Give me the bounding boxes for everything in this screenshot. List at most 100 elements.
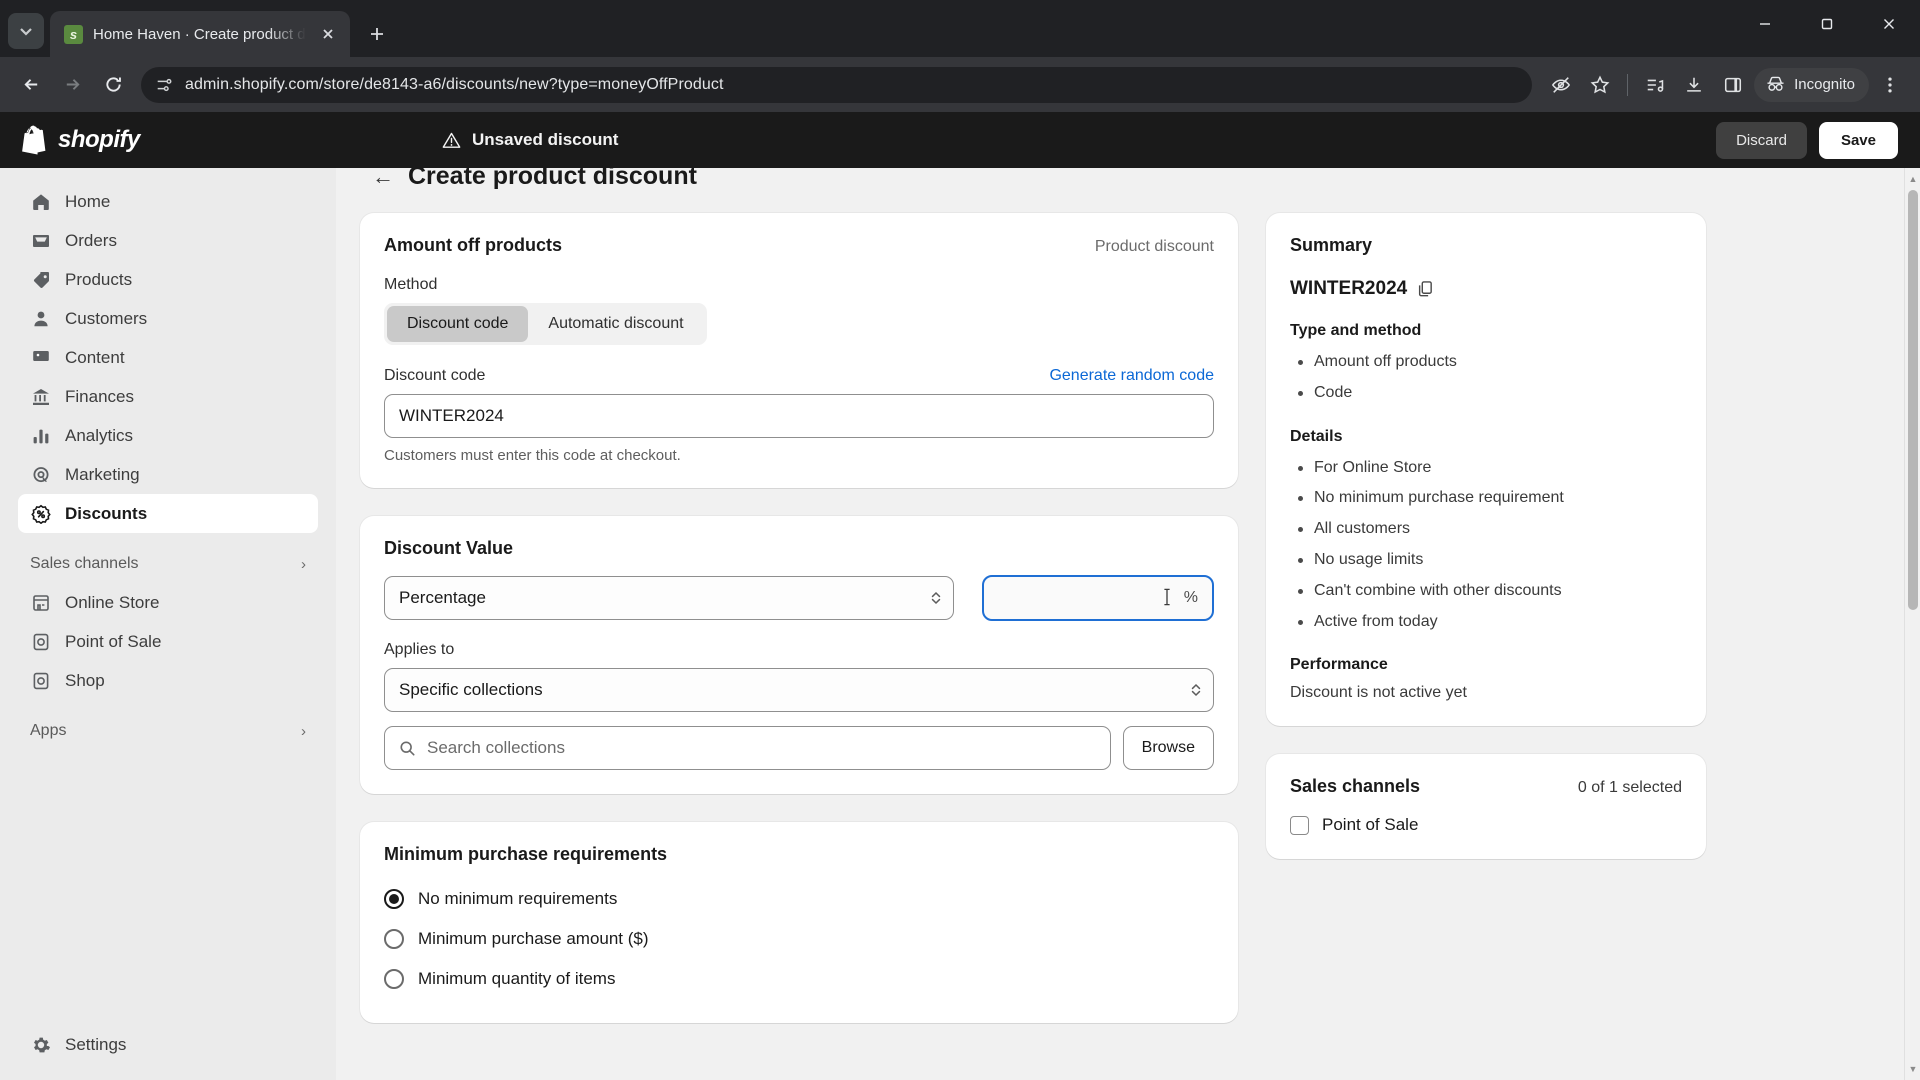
sales-channels-card: Sales channels 0 of 1 selected Point of …	[1266, 754, 1706, 860]
sidebar-group-apps[interactable]: Apps ›	[18, 712, 318, 750]
method-discount-code-tab[interactable]: Discount code	[387, 306, 529, 342]
discard-button[interactable]: Discard	[1716, 121, 1807, 159]
copy-icon[interactable]	[1417, 280, 1434, 298]
right-column: Summary WINTER2024 Type and method Amoun…	[1266, 213, 1706, 860]
favicon-letter: s	[69, 26, 78, 42]
finances-bank-icon	[30, 386, 51, 407]
window-controls	[1734, 0, 1920, 48]
applies-to-select[interactable]: Specific collections	[384, 668, 1214, 712]
shopify-logo[interactable]: shopify	[22, 125, 322, 155]
checkbox-indicator[interactable]	[1290, 815, 1309, 835]
sidebar-item-marketing[interactable]: Marketing	[18, 455, 318, 494]
radio-no-minimum[interactable]: No minimum requirements	[384, 879, 1214, 919]
side-panel-icon[interactable]	[1715, 67, 1751, 103]
scroll-down-arrow-icon[interactable]: ▼	[1905, 1060, 1920, 1078]
forward-button[interactable]	[53, 66, 91, 104]
radio-indicator	[384, 929, 404, 949]
home-icon	[30, 191, 51, 212]
sidebar-item-online-store[interactable]: Online Store	[18, 583, 318, 622]
sidebar-item-point-of-sale[interactable]: Point of Sale	[18, 622, 318, 661]
card-title: Amount off products	[384, 235, 562, 255]
page-header: ← Create product discount	[360, 168, 1880, 213]
sidebar-item-home[interactable]: Home	[18, 182, 318, 221]
discount-code-input[interactable]	[384, 394, 1214, 438]
sidebar-label: Analytics	[65, 425, 134, 445]
summary-list-item: For Online Store	[1290, 456, 1682, 481]
sidebar-group-label: Sales channels	[30, 555, 139, 572]
discount-amount-input[interactable]: %	[982, 575, 1214, 621]
method-automatic-discount-tab[interactable]: Automatic discount	[528, 306, 703, 342]
page-scrollbar[interactable]: ▲ ▼	[1904, 168, 1920, 1080]
new-tab-button[interactable]	[360, 17, 394, 51]
toolbar-divider	[1627, 73, 1629, 96]
sidebar-item-settings[interactable]: Settings	[18, 1025, 318, 1064]
radio-minimum-quantity[interactable]: Minimum quantity of items	[384, 959, 1214, 999]
sidebar-item-analytics[interactable]: Analytics	[18, 416, 318, 455]
sales-channels-title: Sales channels	[1290, 776, 1421, 797]
product-discount-badge: Product discount	[1094, 238, 1214, 255]
sidebar-item-discounts[interactable]: Discounts	[18, 494, 318, 533]
maximize-button[interactable]	[1796, 0, 1858, 48]
downloads-icon[interactable]	[1676, 67, 1712, 103]
collections-search-row: Search collections Browse	[384, 726, 1214, 770]
site-settings-icon	[157, 78, 172, 91]
scrollbar-thumb[interactable]	[1908, 190, 1918, 610]
shopify-wordmark: shopify	[58, 126, 140, 153]
address-bar[interactable]: admin.shopify.com/store/de8143-a6/discou…	[141, 66, 1533, 103]
chrome-menu-icon[interactable]	[1872, 67, 1908, 103]
sidebar-label: Products	[65, 269, 133, 289]
radio-label: Minimum quantity of items	[418, 969, 616, 988]
sidebar-item-products[interactable]: Products	[18, 260, 318, 299]
sidebar-item-customers[interactable]: Customers	[18, 299, 318, 338]
analytics-bars-icon	[30, 425, 51, 446]
discount-code-help-text: Customers must enter this code at checko…	[384, 447, 681, 464]
discount-value-row: Percentage %	[384, 575, 1214, 621]
back-button[interactable]	[12, 66, 50, 104]
save-button[interactable]: Save	[1818, 121, 1898, 159]
close-tab-icon[interactable]	[316, 22, 340, 46]
incognito-indicator[interactable]: Incognito	[1754, 67, 1869, 102]
back-arrow-icon[interactable]: ←	[372, 168, 394, 188]
summary-details-title: Details	[1290, 427, 1343, 445]
summary-card: Summary WINTER2024 Type and method Amoun…	[1266, 213, 1706, 727]
reload-button[interactable]	[94, 66, 132, 104]
content-columns: Amount off products Product discount Met…	[360, 213, 1880, 1023]
sidebar-label: Content	[65, 347, 125, 367]
shopify-bag-icon	[22, 125, 46, 155]
channel-point-of-sale-row[interactable]: Point of Sale	[1290, 815, 1682, 835]
generate-random-code-link[interactable]: Generate random code	[1049, 367, 1214, 385]
tab-organizer-icon[interactable]	[1637, 67, 1673, 103]
summary-discount-code: WINTER2024	[1290, 278, 1408, 299]
hide-password-icon[interactable]	[1543, 67, 1579, 103]
scroll-up-arrow-icon[interactable]: ▲	[1905, 170, 1920, 188]
sidebar-item-orders[interactable]: Orders	[18, 221, 318, 260]
customers-icon	[30, 308, 51, 329]
radio-minimum-amount[interactable]: Minimum purchase amount ($)	[384, 919, 1214, 959]
summary-list-item: Active from today	[1290, 610, 1682, 635]
discount-value-title: Discount Value	[384, 538, 514, 558]
minimize-button[interactable]	[1734, 0, 1796, 48]
sidebar-item-shop[interactable]: Shop	[18, 661, 318, 700]
sidebar-item-finances[interactable]: Finances	[18, 377, 318, 416]
summary-list-item: No usage limits	[1290, 548, 1682, 573]
content-icon	[30, 347, 51, 368]
summary-list-item: No minimum purchase requirement	[1290, 486, 1682, 511]
sidebar-group-label: Apps	[30, 722, 67, 739]
arrow-left-icon	[23, 79, 37, 90]
browse-button[interactable]: Browse	[1122, 726, 1214, 770]
discount-type-select[interactable]: Percentage	[384, 576, 954, 620]
search-collections-input[interactable]: Search collections	[384, 726, 1111, 770]
tab-search-button[interactable]	[8, 13, 44, 49]
warning-triangle-icon	[442, 132, 461, 148]
browser-tab[interactable]: s Home Haven · Create product d	[50, 11, 350, 57]
sidebar-group-sales-channels[interactable]: Sales channels ›	[18, 545, 318, 583]
chevron-right-icon: ›	[301, 555, 306, 573]
close-window-button[interactable]	[1858, 0, 1920, 48]
bookmark-star-icon[interactable]	[1582, 67, 1618, 103]
main-scroll-area: ← Create product discount Amount off pro…	[336, 168, 1920, 1023]
sidebar-label: Marketing	[65, 464, 140, 484]
sidebar-label: Customers	[65, 308, 148, 328]
sidebar-item-content[interactable]: Content	[18, 338, 318, 377]
summary-performance-note: Discount is not active yet	[1290, 684, 1467, 702]
chevron-updown-icon	[1190, 682, 1202, 698]
